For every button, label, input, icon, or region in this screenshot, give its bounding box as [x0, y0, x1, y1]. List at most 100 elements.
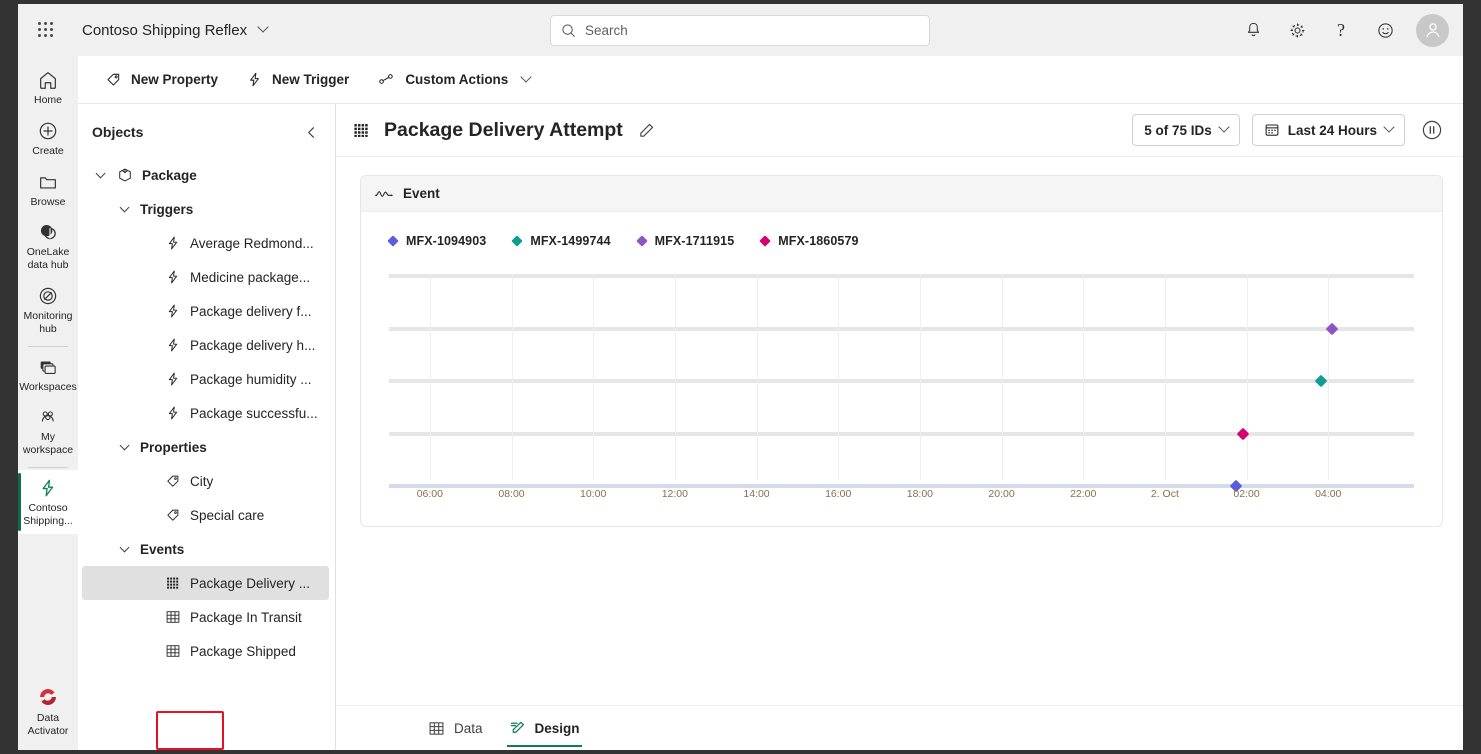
sidebar-item-onelake-data-hub[interactable]: OneLake data hub	[18, 214, 78, 278]
bolt-icon	[250, 72, 259, 87]
id-filter-dropdown[interactable]: 5 of 75 IDs	[1132, 114, 1240, 146]
sidebar-item-contoso-shipping[interactable]: Contoso Shipping...	[18, 469, 78, 534]
chart-vertical-gridline	[593, 274, 595, 480]
content-region: New Property New Trigger Custom Actions	[78, 56, 1463, 750]
tag-icon	[167, 475, 179, 487]
notifications-icon[interactable]	[1238, 15, 1268, 45]
sidebar-item-data-activator[interactable]: Data Activator	[18, 678, 78, 744]
sidebar-item-create[interactable]: Create	[18, 113, 78, 164]
x-axis-tick-label: 12:00	[661, 488, 688, 500]
search-input[interactable]: Search	[550, 15, 930, 46]
sidebar-item-workspaces[interactable]: Workspaces	[18, 349, 78, 400]
tree-item-triggers[interactable]: Triggers	[82, 192, 329, 226]
chart-vertical-gridline	[511, 274, 513, 480]
tree-item-package-in-transit[interactable]: Package In Transit	[82, 600, 329, 634]
bolt-icon	[168, 236, 178, 250]
monitoring-icon	[39, 287, 57, 305]
tree-item-package-delivery-f[interactable]: Package delivery f...	[82, 294, 329, 328]
pause-button[interactable]	[1417, 115, 1447, 145]
help-icon[interactable]: ?	[1326, 15, 1356, 45]
tree-item-package-delivery-h[interactable]: Package delivery h...	[82, 328, 329, 362]
search-icon	[562, 24, 575, 37]
tree-item-average-redmond[interactable]: Average Redmond...	[82, 226, 329, 260]
bolt-icon	[168, 406, 178, 420]
data-activator-icon	[40, 689, 56, 706]
workspace-title-button[interactable]: Contoso Shipping Reflex	[60, 21, 269, 39]
legend-item[interactable]: MFX-1499744	[511, 234, 611, 248]
tree-item-medicine-package[interactable]: Medicine package...	[82, 260, 329, 294]
settings-icon[interactable]	[1282, 15, 1312, 45]
chevron-down-icon	[257, 21, 269, 33]
x-axis-tick-label: 14:00	[743, 488, 770, 500]
chart-vertical-gridline	[1083, 274, 1085, 480]
sidebar-item-my-workspace[interactable]: My workspace	[18, 399, 78, 463]
chart-x-axis: 06:00 08:00 10:00 12:00 14:00 16:00 18:00 20:00…	[389, 488, 1414, 506]
tree-item-city[interactable]: City	[82, 464, 329, 498]
chart-vertical-gridline	[674, 274, 676, 480]
tree-item-special-care[interactable]: Special care	[82, 498, 329, 532]
chart-vertical-gridline	[756, 274, 758, 480]
new-property-button[interactable]: New Property	[94, 64, 229, 96]
sidebar-item-label: Browse	[30, 195, 66, 208]
tree-item-package-successfu[interactable]: Package successfu...	[82, 396, 329, 430]
legend-item[interactable]: MFX-1711915	[635, 234, 735, 248]
tree-item-label: Medicine package...	[190, 269, 311, 285]
sidebar-item-label: Contoso Shipping...	[23, 501, 73, 527]
tree-item-label: Package successfu...	[190, 405, 318, 421]
tree-item-label: Package In Transit	[190, 609, 302, 625]
x-axis-tick-label: 22:00	[1070, 488, 1097, 500]
tree-item-package-shipped[interactable]: Package Shipped	[82, 634, 329, 668]
chevron-down-icon[interactable]	[116, 201, 132, 217]
chevron-down-icon	[520, 70, 532, 83]
chart-data-point[interactable]	[1325, 322, 1339, 335]
tree-item-label: Events	[140, 541, 185, 557]
chevron-down-icon[interactable]	[116, 439, 132, 455]
feedback-icon[interactable]	[1370, 15, 1400, 45]
canvas-header-actions: 5 of 75 IDs Last 24 Hours	[1132, 114, 1447, 146]
table-icon	[166, 611, 180, 623]
chart-data-point[interactable]	[1315, 374, 1328, 388]
tab-label: Data	[454, 720, 483, 736]
app-launcher-icon[interactable]	[32, 16, 60, 44]
tab-data[interactable]: Data	[416, 710, 495, 746]
bolt-icon-wrap	[164, 405, 182, 421]
legend-marker-icon	[759, 235, 771, 247]
custom-actions-button[interactable]: Custom Actions	[366, 64, 541, 96]
time-range-dropdown[interactable]: Last 24 Hours	[1251, 114, 1405, 146]
chart-data-point[interactable]	[1236, 427, 1250, 440]
bolt-icon	[168, 372, 178, 386]
sidebar-item-home[interactable]: Home	[18, 62, 78, 113]
new-trigger-button[interactable]: New Trigger	[235, 64, 360, 96]
tab-design[interactable]: Design	[497, 710, 592, 747]
command-label: New Property	[131, 72, 219, 87]
chevron-left-icon[interactable]	[299, 120, 323, 144]
tree-item-package-delivery[interactable]: Package Delivery ...	[82, 566, 329, 600]
sidebar-item-monitoring-hub[interactable]: Monitoring hub	[18, 278, 78, 342]
tree-item-events[interactable]: Events	[82, 532, 329, 566]
main-canvas-area: Package Delivery Attempt 5 of 75 IDs Las…	[336, 104, 1463, 750]
x-axis-tick-label: 02:00	[1233, 488, 1260, 500]
legend-item[interactable]: MFX-1860579	[759, 234, 858, 248]
tree-item-package-humidity[interactable]: Package humidity ...	[82, 362, 329, 396]
chevron-down-icon[interactable]	[116, 541, 132, 557]
pencil-icon[interactable]	[636, 119, 658, 141]
bolt-icon-wrap	[164, 303, 182, 319]
legend-item[interactable]: MFX-1094903	[387, 234, 486, 248]
chevron-down-icon	[1383, 121, 1395, 133]
sidebar-item-label: Home	[33, 94, 62, 106]
legend-marker-icon	[635, 235, 648, 247]
tree-item-properties[interactable]: Properties	[82, 430, 329, 464]
chevron-down-icon[interactable]	[92, 167, 108, 183]
rail-divider	[28, 345, 68, 347]
top-bar-actions: ?	[1238, 4, 1449, 56]
rail-bottom-section: Data Activator	[18, 678, 78, 744]
home-icon	[40, 72, 56, 89]
chart-container: MFX-1094903 MFX-1499744 MFX-1711915 MFX-186…	[361, 212, 1442, 526]
canvas-title-group: Package Delivery Attempt	[352, 119, 658, 142]
tree-item-label: Package delivery h...	[190, 337, 316, 353]
chart-plot-area	[389, 274, 1414, 493]
canvas-header: Package Delivery Attempt 5 of 75 IDs Las…	[336, 104, 1463, 157]
user-avatar[interactable]	[1416, 13, 1449, 47]
sidebar-item-browse[interactable]: Browse	[18, 164, 78, 215]
tree-item-package[interactable]: Package	[82, 158, 329, 192]
